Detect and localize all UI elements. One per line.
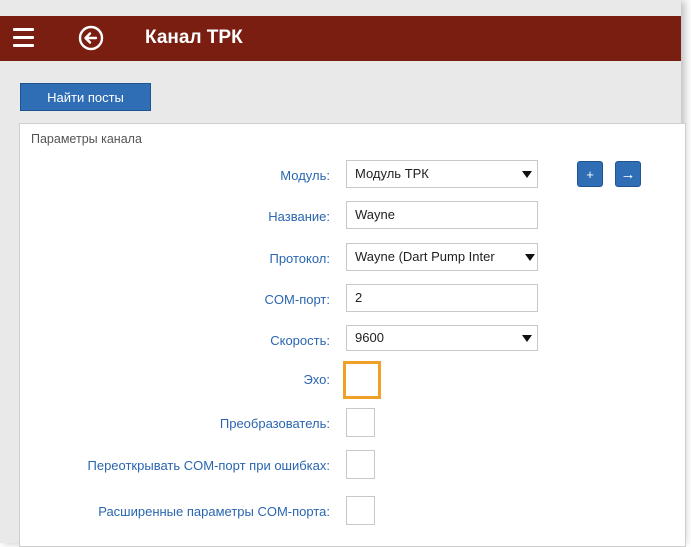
extended-params-checkbox[interactable] <box>346 496 375 525</box>
reopen-comport-checkbox[interactable] <box>346 450 375 479</box>
find-posts-button[interactable]: Найти посты <box>20 83 151 111</box>
protocol-label: Протокол: <box>269 251 330 266</box>
name-input[interactable]: Wayne <box>346 201 538 229</box>
converter-label: Преобразователь: <box>219 416 330 431</box>
speed-label: Скорость: <box>270 333 330 348</box>
speed-select[interactable]: 9600 <box>346 325 538 351</box>
comport-label: COM-порт: <box>264 292 330 307</box>
page-title: Канал ТРК <box>145 27 243 48</box>
protocol-value: Wayne (Dart Pump Inter <box>355 249 495 264</box>
triangle-down-icon <box>517 326 537 350</box>
hamburger-menu-icon[interactable] <box>13 26 34 48</box>
echo-checkbox[interactable] <box>343 361 381 399</box>
app-window: Канал ТРК Найти посты Параметры канала М… <box>0 0 686 547</box>
name-label: Название: <box>268 209 330 224</box>
add-button[interactable]: + <box>577 161 603 187</box>
comport-input[interactable]: 2 <box>346 284 538 312</box>
channel-params-panel: Параметры канала Модуль: Модуль ТРК + → … <box>19 123 686 547</box>
speed-value: 9600 <box>355 330 384 345</box>
extended-params-label: Расширенные параметры COM-порта: <box>98 504 330 519</box>
triangle-down-icon <box>517 161 537 187</box>
triangle-down-icon <box>523 244 537 270</box>
back-arrow-icon[interactable] <box>78 25 104 51</box>
panel-title: Параметры канала <box>31 132 142 146</box>
echo-label: Эхо: <box>303 372 330 387</box>
converter-checkbox[interactable] <box>346 408 375 437</box>
module-value: Модуль ТРК <box>355 166 429 181</box>
title-bar: Канал ТРК <box>0 16 681 61</box>
protocol-select[interactable]: Wayne (Dart Pump Inter <box>346 243 538 271</box>
module-select[interactable]: Модуль ТРК <box>346 160 538 188</box>
reopen-comport-label: Переоткрывать COM-порт при ошибках: <box>87 458 331 473</box>
module-label: Модуль: <box>280 168 330 183</box>
go-button[interactable]: → <box>615 161 641 187</box>
